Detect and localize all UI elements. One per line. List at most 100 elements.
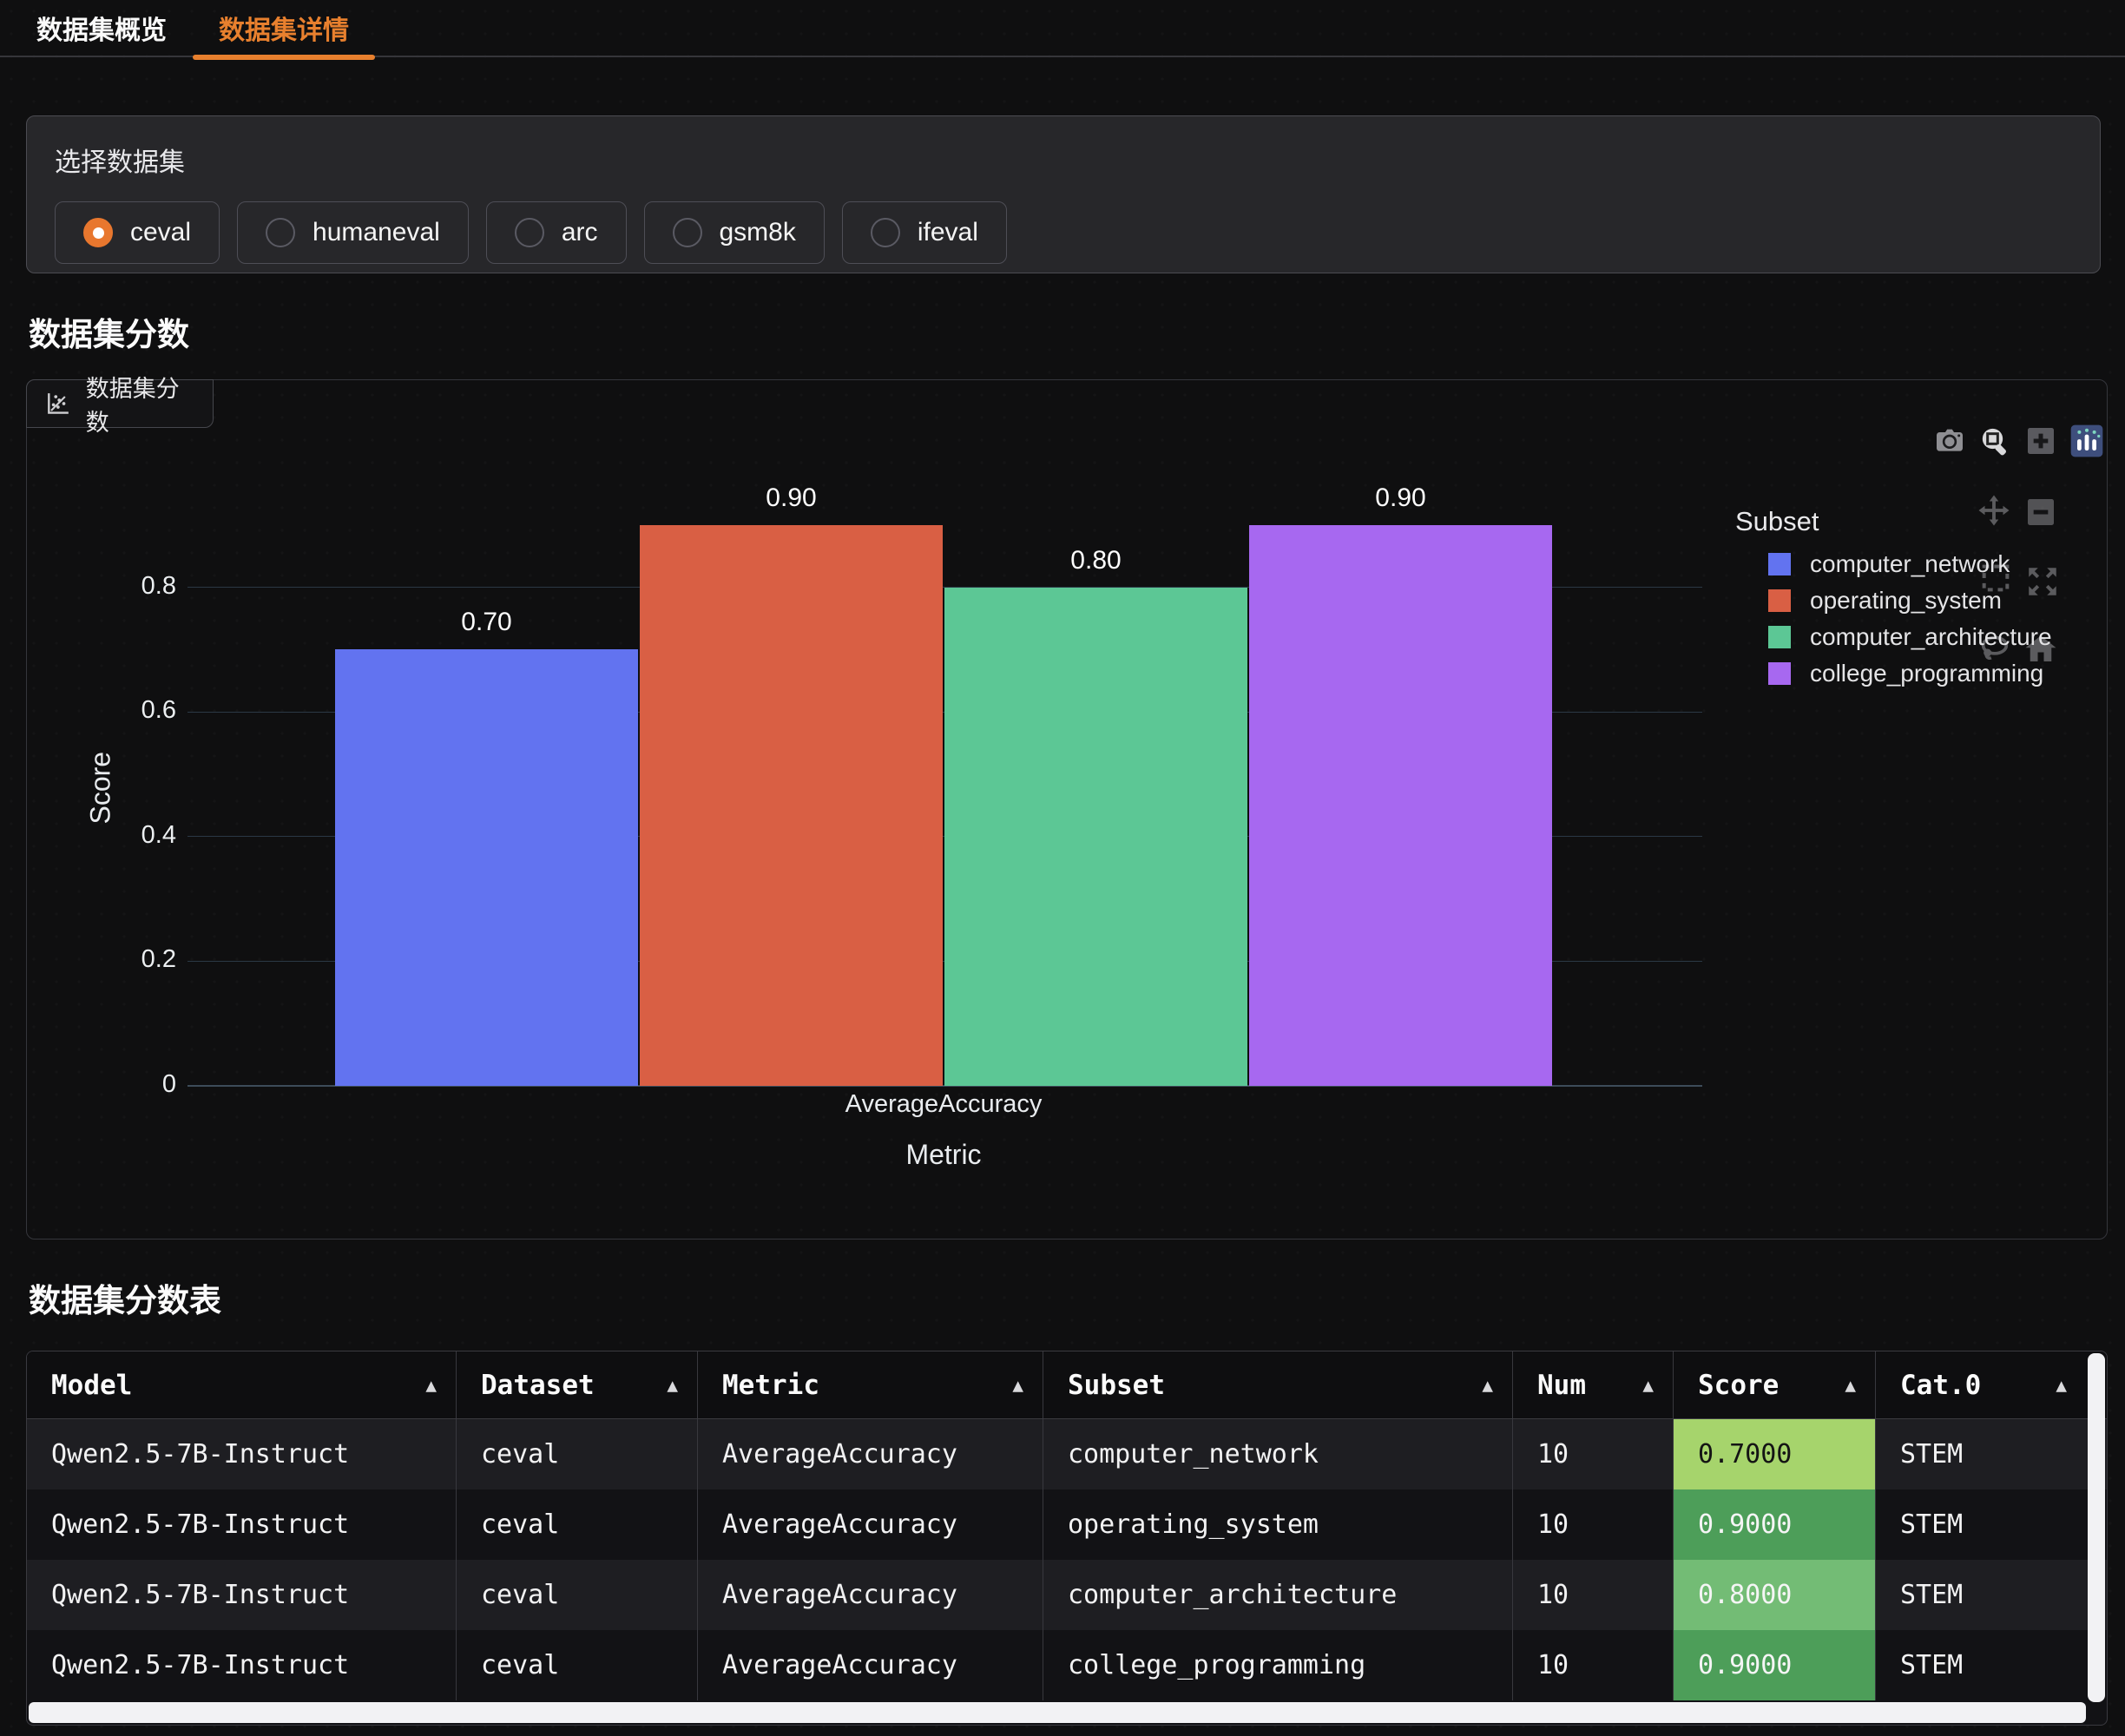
radio-option-label: ifeval — [918, 218, 978, 247]
plot-label-tab: 数据集分数 — [26, 379, 214, 428]
table-cell: AverageAccuracy — [698, 1630, 1043, 1700]
dataset-radio-group: ceval humaneval arc gsm8k ifeval — [55, 201, 2072, 264]
table-cell: ceval — [457, 1560, 698, 1630]
sort-ascending-icon[interactable]: ▲ — [1845, 1375, 1856, 1396]
bar-college_programming — [1249, 525, 1552, 1086]
legend-swatch-icon — [1768, 589, 1791, 612]
sort-ascending-icon[interactable]: ▲ — [667, 1375, 678, 1396]
table-cell: Qwen2.5-7B-Instruct — [27, 1489, 457, 1560]
legend-item-college_programming[interactable]: college_programming — [1735, 655, 2100, 692]
table-cell: STEM — [1876, 1560, 2086, 1630]
sort-ascending-icon[interactable]: ▲ — [2056, 1375, 2067, 1396]
horizontal-scrollbar[interactable] — [29, 1702, 2086, 1723]
tab-dataset-overview[interactable]: 数据集概览 — [10, 0, 193, 56]
legend-item-label: computer_network — [1810, 550, 2010, 578]
table-cell: 10 — [1513, 1419, 1674, 1489]
column-header-label: Subset — [1068, 1370, 1165, 1401]
table-cell: computer_architecture — [1043, 1560, 1513, 1630]
radio-option-gsm8k[interactable]: gsm8k — [644, 201, 825, 264]
x-axis-title: Metric — [770, 1139, 1117, 1171]
download-camera-icon[interactable] — [1931, 422, 1969, 460]
sort-ascending-icon[interactable]: ▲ — [425, 1375, 437, 1396]
plotly-logo-icon[interactable] — [2068, 422, 2106, 460]
y-tick-label: 0.6 — [81, 696, 176, 725]
table-cell: 10 — [1513, 1630, 1674, 1700]
radio-option-ceval[interactable]: ceval — [55, 201, 220, 264]
score-cell: 0.8000 — [1674, 1560, 1876, 1630]
column-header-label: Score — [1698, 1370, 1779, 1401]
table-row: Qwen2.5-7B-InstructcevalAverageAccuracyo… — [27, 1489, 2107, 1560]
table-row: Qwen2.5-7B-InstructcevalAverageAccuracyc… — [27, 1630, 2107, 1700]
table-cell: STEM — [1876, 1630, 2086, 1700]
table-cell: ceval — [457, 1630, 698, 1700]
y-axis-title: Score — [85, 781, 117, 825]
zoom-icon[interactable] — [1976, 422, 2014, 460]
legend-items: computer_network operating_system computer… — [1735, 546, 2100, 692]
column-header-score[interactable]: Score ▲ — [1674, 1351, 1876, 1418]
legend-item-operating_system[interactable]: operating_system — [1735, 582, 2100, 619]
dataset-selector-panel: 选择数据集 ceval humaneval arc gsm8k ifeval — [26, 115, 2101, 273]
legend-item-computer_architecture[interactable]: computer_architecture — [1735, 619, 2100, 655]
vertical-scrollbar[interactable] — [2088, 1353, 2105, 1702]
column-header-subset[interactable]: Subset ▲ — [1043, 1351, 1513, 1418]
tab-dataset-details[interactable]: 数据集详情 — [193, 0, 375, 56]
zoom-in-icon[interactable] — [2022, 422, 2060, 460]
top-tab-bar: 数据集概览 数据集详情 — [0, 0, 2125, 57]
table-cell: operating_system — [1043, 1489, 1513, 1560]
bar-value-label: 0.70 — [461, 608, 511, 637]
radio-unselected-icon[interactable] — [515, 218, 544, 247]
table-cell: 10 — [1513, 1489, 1674, 1560]
column-header-dataset[interactable]: Dataset▲ — [457, 1351, 698, 1418]
column-header-cat-0[interactable]: Cat.0 ▲ — [1876, 1351, 2086, 1418]
scatter-chart-icon — [44, 389, 72, 418]
radio-selected-icon[interactable] — [83, 218, 113, 247]
score-cell: 0.9000 — [1674, 1489, 1876, 1560]
table-heading: 数据集分数表 — [29, 1274, 221, 1321]
column-header-num[interactable]: Num ▲ — [1513, 1351, 1674, 1418]
radio-unselected-icon[interactable] — [871, 218, 900, 247]
legend-swatch-icon — [1768, 553, 1791, 575]
scores-plot-container: 数据集分数 0.700.900.800.90 0 0.2 0.4 0.6 0.8 Sco… — [26, 379, 2108, 1240]
y-tick-label: 0.4 — [81, 821, 176, 850]
table-cell: 10 — [1513, 1560, 1674, 1630]
column-header-model[interactable]: Model ▲ — [27, 1351, 457, 1418]
table-body: Qwen2.5-7B-InstructcevalAverageAccuracyc… — [27, 1419, 2107, 1700]
plot-area: 0.700.900.800.90 — [188, 463, 1702, 1086]
table-cell: computer_network — [1043, 1419, 1513, 1489]
bar-operating_system — [640, 525, 943, 1086]
scores-dataframe: Model▲Dataset▲Metric▲Subset▲Num▲Score▲Ca… — [26, 1351, 2108, 1726]
column-header-metric[interactable]: Metric ▲ — [698, 1351, 1043, 1418]
sort-ascending-icon[interactable]: ▲ — [1482, 1375, 1493, 1396]
column-header-label: Metric — [722, 1370, 819, 1401]
column-header-label: Num — [1537, 1370, 1586, 1401]
table-cell: college_programming — [1043, 1630, 1513, 1700]
legend-item-computer_network[interactable]: computer_network — [1735, 546, 2100, 582]
plot-label-text: 数据集分数 — [86, 370, 195, 437]
score-cell: 0.9000 — [1674, 1630, 1876, 1700]
radio-unselected-icon[interactable] — [266, 218, 295, 247]
table-cell: AverageAccuracy — [698, 1489, 1043, 1560]
sort-ascending-icon[interactable]: ▲ — [1642, 1375, 1654, 1396]
table-cell: Qwen2.5-7B-Instruct — [27, 1560, 457, 1630]
legend-swatch-icon — [1768, 626, 1791, 648]
legend-item-label: computer_architecture — [1810, 623, 2052, 651]
legend-item-label: operating_system — [1810, 587, 2002, 615]
bar-computer_architecture — [944, 588, 1247, 1086]
radio-option-arc[interactable]: arc — [486, 201, 627, 264]
table-header-row: Model▲Dataset▲Metric▲Subset▲Num▲Score▲Ca… — [27, 1351, 2107, 1419]
scores-heading: 数据集分数 — [29, 308, 189, 355]
y-tick-label: 0.2 — [81, 945, 176, 974]
radio-unselected-icon[interactable] — [673, 218, 702, 247]
radio-option-label: humaneval — [312, 218, 440, 247]
radio-option-label: arc — [562, 218, 598, 247]
sort-ascending-icon[interactable]: ▲ — [1012, 1375, 1023, 1396]
dataset-selector-label: 选择数据集 — [55, 141, 2072, 179]
table-cell: ceval — [457, 1419, 698, 1489]
column-header-label: Model — [51, 1370, 132, 1401]
radio-option-humaneval[interactable]: humaneval — [237, 201, 469, 264]
y-tick-label: 0.8 — [81, 572, 176, 601]
radio-option-ifeval[interactable]: ifeval — [842, 201, 1007, 264]
y-tick-label: 0 — [81, 1070, 176, 1099]
table-cell: AverageAccuracy — [698, 1419, 1043, 1489]
column-header-label: Cat.0 — [1900, 1370, 1981, 1401]
